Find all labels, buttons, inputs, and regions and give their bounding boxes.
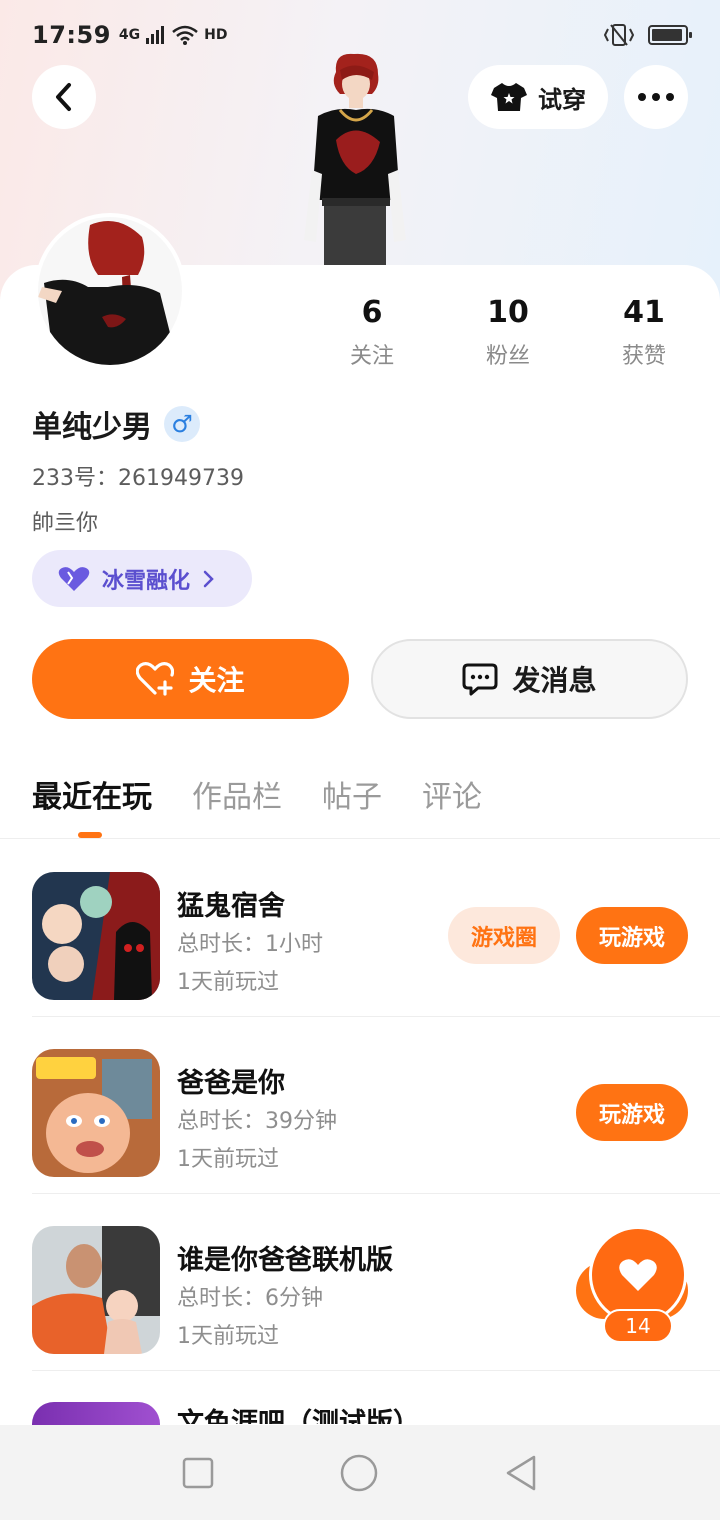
stat-followers[interactable]: 10 粉丝 [440, 295, 576, 370]
game-duration: 总时长：39分钟 [177, 1109, 337, 1134]
more-dots-icon [638, 93, 674, 101]
tshirt-icon [491, 83, 527, 111]
recent-apps-icon[interactable] [182, 1457, 214, 1489]
game-title: 猛鬼宿舍 [177, 891, 285, 922]
status-time: 17:59 [32, 21, 111, 49]
send-message-button[interactable]: 发消息 [371, 639, 688, 719]
heart-icon [58, 566, 90, 591]
user-bio: 帥亖你 [32, 511, 99, 536]
stat-label: 获赞 [621, 344, 666, 369]
tab-recently-played[interactable]: 最近在玩 [32, 772, 152, 816]
back-nav-icon[interactable] [504, 1454, 538, 1492]
stat-likes[interactable]: 41 获赞 [576, 295, 712, 370]
game-title-partial: 文色涯吧（测试版） [177, 1408, 420, 1424]
network-label: 4G [118, 27, 141, 43]
status-icons: 4G HD [118, 25, 228, 45]
game-last-played: 1天前玩过 [177, 1324, 279, 1349]
stat-number: 6 [361, 295, 383, 330]
stat-label: 关注 [349, 344, 394, 369]
username-row: 单纯少男 ♂ [32, 402, 200, 446]
game-title: 爸爸是你 [177, 1068, 285, 1099]
game-duration: 总时长：1小时 [177, 932, 323, 957]
wifi-icon [172, 25, 198, 45]
follow-button[interactable]: 关注 [32, 639, 349, 719]
game-last-played: 1天前玩过 [177, 1147, 279, 1172]
signal-icon [146, 26, 165, 44]
follow-label: 关注 [188, 664, 245, 697]
stat-number: 10 [487, 295, 529, 330]
home-icon[interactable] [339, 1453, 379, 1493]
game-icon-haunted-dorm [32, 872, 160, 1000]
game-icon-daddy [32, 1049, 160, 1177]
game-list-item[interactable]: 猛鬼宿舍 总时长：1小时 1天前玩过 游戏圈 玩游戏 [32, 840, 720, 1017]
profile-stats: 6 关注 10 粉丝 41 获赞 [304, 295, 712, 370]
like-count-badge: 14 [603, 1309, 673, 1343]
profile-tabs: 最近在玩 作品栏 帖子 评论 [32, 772, 482, 816]
chat-bubble-icon [462, 663, 498, 696]
tab-comments[interactable]: 评论 [422, 772, 482, 816]
avatar-character-image[interactable] [296, 50, 414, 266]
status-right [604, 23, 692, 47]
stat-following[interactable]: 6 关注 [304, 295, 440, 370]
try-on-button[interactable]: 试穿 [468, 65, 608, 129]
play-game-button[interactable]: 玩游戏 [576, 907, 688, 964]
try-on-label: 试穿 [538, 85, 586, 114]
hd-label: HD [204, 27, 228, 43]
battery-icon [648, 25, 692, 45]
game-circle-button[interactable]: 游戏圈 [448, 907, 560, 964]
chevron-left-icon [56, 83, 71, 111]
heart-add-icon [136, 662, 175, 696]
profile-avatar[interactable] [34, 213, 186, 369]
tab-works[interactable]: 作品栏 [192, 772, 282, 816]
game-icon-whos-your-daddy [32, 1226, 160, 1354]
user-id[interactable]: 233号：261949739 [32, 460, 244, 492]
tab-posts[interactable]: 帖子 [322, 772, 382, 816]
more-button[interactable] [624, 65, 688, 129]
game-list-item[interactable]: 爸爸是你 总时长：39分钟 1天前玩过 玩游戏 [32, 1017, 720, 1194]
tabs-divider [0, 838, 720, 839]
system-nav-bar [0, 1425, 720, 1520]
avatar-image [38, 217, 182, 365]
vibrate-icon [604, 24, 634, 46]
badge-tag-button[interactable]: 冰雪融化 [32, 550, 252, 607]
username: 单纯少男 [32, 410, 152, 445]
stat-number: 41 [623, 295, 665, 330]
stat-label: 粉丝 [485, 344, 530, 369]
heart-icon [619, 1259, 657, 1291]
badge-tag-label: 冰雪融化 [102, 568, 191, 594]
game-duration: 总时长：6分钟 [177, 1286, 323, 1311]
game-icon-partial [32, 1402, 160, 1426]
game-last-played: 1天前玩过 [177, 970, 279, 995]
play-game-button[interactable]: 玩游戏 [576, 1084, 688, 1141]
game-title: 谁是你爸爸联机版 [177, 1245, 393, 1276]
send-message-label: 发消息 [512, 664, 597, 697]
chevron-right-icon [203, 570, 214, 587]
male-gender-icon: ♂ [164, 406, 200, 442]
back-button[interactable] [32, 65, 96, 129]
list-divider [32, 1370, 720, 1371]
